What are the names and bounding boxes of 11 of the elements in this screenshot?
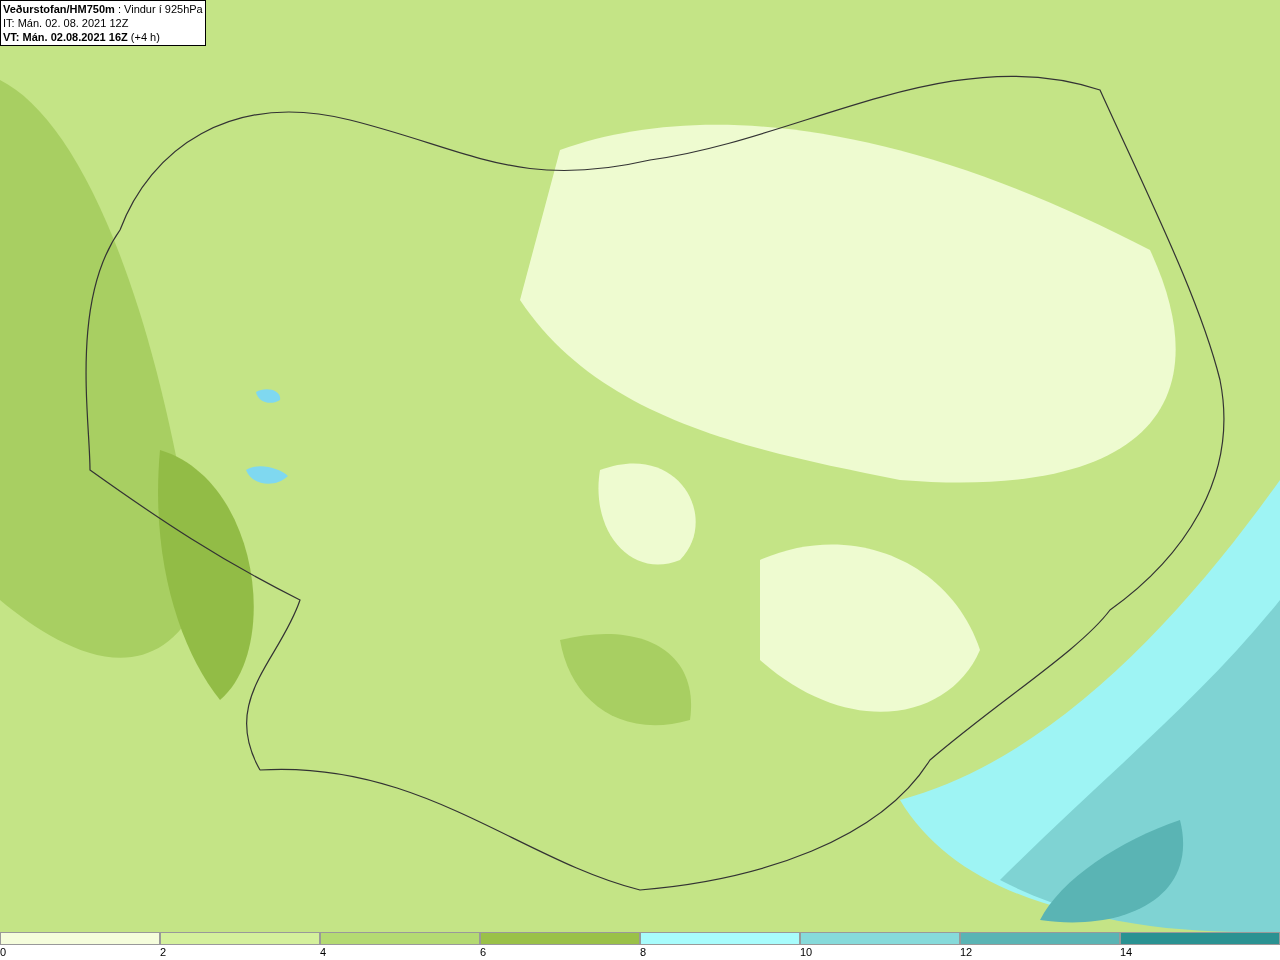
legend-label: 8 <box>640 946 647 958</box>
legend-label: 10 <box>800 946 813 958</box>
legend-label: 12 <box>960 946 973 958</box>
legend-label: 14 <box>1120 946 1133 958</box>
title-text: Veðurstofan/HM750m : Vindur í 925hPa <box>3 2 203 16</box>
title-text: VT: Mán. 02.08.2021 16Z (+4 h) <box>3 30 161 44</box>
legend-label: 2 <box>160 946 167 958</box>
title-text: IT: Mán. 02. 08. 2021 12Z <box>3 16 130 30</box>
legend-label: 6 <box>480 946 487 958</box>
legend-label: 0 <box>0 946 7 958</box>
legend-label: 4 <box>320 946 327 958</box>
